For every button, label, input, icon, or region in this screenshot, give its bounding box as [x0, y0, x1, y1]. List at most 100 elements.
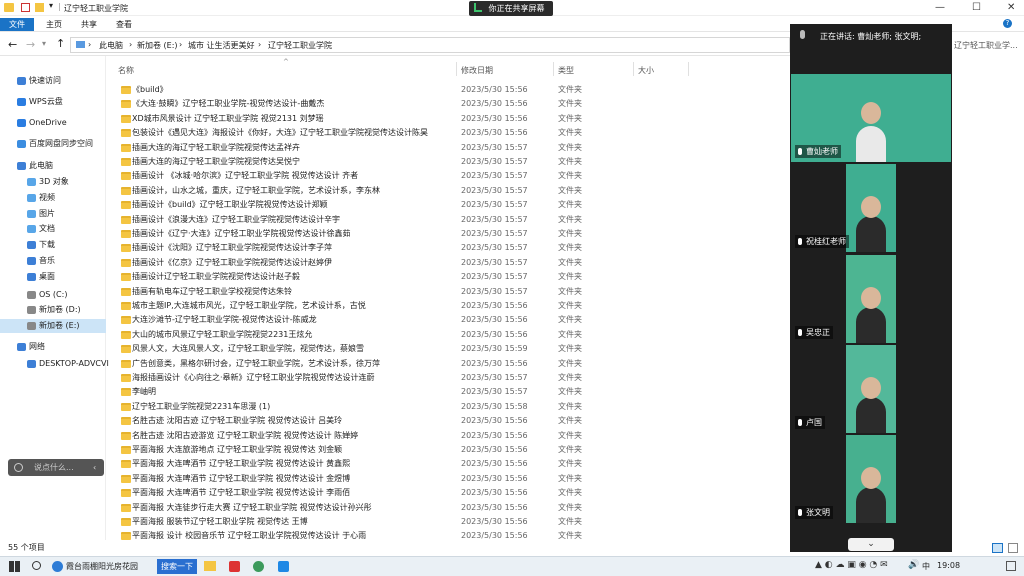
sidebar-item[interactable]: 图片	[0, 207, 106, 221]
file-row[interactable]: 插画有轨电车辽宁轻工职业学校视觉传达朱铃 2023/5/30 15:57 文件夹	[106, 285, 790, 299]
notification-icon[interactable]	[1006, 561, 1016, 571]
sidebar-item[interactable]: 百度网盘同步空间	[0, 137, 106, 151]
sidebar-item[interactable]: 音乐	[0, 254, 106, 268]
sidebar-item[interactable]: 视频	[0, 191, 106, 205]
input-language[interactable]: 中	[922, 561, 930, 572]
file-row[interactable]: 插画设计《辽宁·大连》辽宁轻工职业学院视觉传达设计徐鑫茹 2023/5/30 15…	[106, 227, 790, 241]
file-row[interactable]: 平面海报 大连徒步行走大赛 辽宁轻工职业学院 视觉传达设计孙兴彤 2023/5/3…	[106, 501, 790, 515]
file-row[interactable]: 插画设计 《冰城·哈尔滨》辽宁轻工职业学院 视觉传达设计 齐者 2023/5/30…	[106, 169, 790, 183]
sidebar-item[interactable]: 此电脑	[0, 159, 106, 173]
recent-locations-icon[interactable]: ▾	[42, 39, 46, 48]
file-row[interactable]: 平面海报 大连啤酒节 辽宁轻工职业学院 视觉传达设计 李雨佰 2023/5/30 …	[106, 486, 790, 500]
column-name[interactable]: 名称	[118, 65, 134, 76]
file-row[interactable]: 大山的城市风景辽宁轻工职业学院视觉2231王炫允 2023/5/30 15:56 文…	[106, 328, 790, 342]
file-row[interactable]: 辽宁轻工职业学院视觉2231车思漫 (1) 2023/5/30 15:58 文件夹	[106, 400, 790, 414]
video-tile[interactable]: 卢国	[791, 345, 951, 433]
sidebar-item[interactable]: 桌面	[0, 270, 106, 284]
breadcrumb-drive-e[interactable]: 新加卷 (E:)	[137, 40, 178, 51]
tab-file[interactable]: 文件	[0, 18, 34, 31]
file-row[interactable]: 平面海报 大连旅游地点 辽宁轻工职业学院 视觉传达 刘金颖 2023/5/30 1…	[106, 443, 790, 457]
file-row[interactable]: 名胜古迹 沈阳古迹游览 辽宁轻工职业学院 视觉传达设计 陈婵婷 2023/5/30…	[106, 429, 790, 443]
edge-browser-icon[interactable]	[52, 561, 63, 572]
new-folder-icon[interactable]	[35, 3, 44, 12]
video-tile[interactable]: 吴忠正	[791, 255, 951, 343]
close-button[interactable]: ✕	[1007, 2, 1015, 13]
details-view-icon[interactable]	[992, 543, 1003, 553]
file-row[interactable]: 《build》 2023/5/30 15:56 文件夹	[106, 83, 790, 97]
column-divider[interactable]	[688, 62, 689, 76]
browser-task-label[interactable]: 霞台雨棚阳光房花园	[66, 561, 138, 572]
column-divider[interactable]	[456, 62, 457, 76]
file-row[interactable]: 城市主题IP,大连城市风光，辽宁轻工职业学院，艺术设计系，古悦 2023/5/30…	[106, 299, 790, 313]
file-row[interactable]: 风景人文，大连风景人文，辽宁轻工职业学院，视觉传达，蔡娘雪 2023/5/30 1…	[106, 342, 790, 356]
video-tile[interactable]: 张文明	[791, 435, 951, 523]
file-row[interactable]: 平面海报 大连啤酒节 辽宁轻工职业学院 视觉传达设计 黄鑫熙 2023/5/30 …	[106, 457, 790, 471]
start-icon[interactable]	[9, 561, 20, 572]
minimize-button[interactable]: —	[935, 2, 945, 13]
file-row[interactable]: 李岫明 2023/5/30 15:57 文件夹	[106, 385, 790, 399]
properties-icon[interactable]	[21, 3, 30, 12]
file-row[interactable]: 插画设计《沈阳》辽宁轻工职业学院视觉传达设计李子萍 2023/5/30 15:57…	[106, 241, 790, 255]
customize-quick-access-icon[interactable]: ▾	[49, 1, 53, 10]
forward-arrow-icon[interactable]: →	[26, 38, 35, 51]
sidebar-item[interactable]: OS (C:)	[0, 288, 106, 302]
back-arrow-icon[interactable]: ←	[8, 38, 17, 51]
column-size[interactable]: 大小	[638, 65, 654, 76]
file-row[interactable]: 平面海报 服装节辽宁轻工职业学院 视觉传达 王博 2023/5/30 15:56 文…	[106, 515, 790, 529]
column-divider[interactable]	[633, 62, 634, 76]
sidebar-item[interactable]: 网络	[0, 340, 106, 354]
clock[interactable]: 19:08	[937, 561, 960, 570]
file-row[interactable]: 大连沙滩节-辽宁轻工职业学院-视觉传达设计-陈威龙 2023/5/30 15:56…	[106, 313, 790, 327]
search-button[interactable]: 搜索一下	[157, 559, 197, 574]
sidebar-item[interactable]: 新加卷 (D:)	[0, 303, 106, 317]
breadcrumb-this-pc[interactable]: 此电脑	[99, 40, 123, 51]
file-row[interactable]: 插画设计《浪漫大连》辽宁轻工职业学院视觉传达设计辛宇 2023/5/30 15:5…	[106, 213, 790, 227]
sidebar-item[interactable]: OneDrive	[0, 116, 106, 130]
file-row[interactable]: 插画设计辽宁轻工职业学院视觉传达设计赵子毅 2023/5/30 15:57 文件夹	[106, 270, 790, 284]
collapse-chevron-icon[interactable]: ‹	[93, 459, 96, 476]
edge-icon[interactable]	[253, 561, 264, 572]
breadcrumb-current-folder[interactable]: 辽宁轻工职业学院	[268, 40, 332, 51]
screen-share-badge[interactable]: 你正在共享屏幕	[469, 1, 553, 16]
sidebar-item[interactable]: 快速访问	[0, 74, 106, 88]
file-row[interactable]: 《大连·鼓瞬》辽宁轻工职业学院-视觉传达设计-曲戴杰 2023/5/30 15:5…	[106, 97, 790, 111]
tab-view[interactable]: 查看	[110, 18, 138, 31]
column-divider[interactable]	[553, 62, 554, 76]
sidebar-item[interactable]: WPS云盘	[0, 95, 106, 109]
file-row[interactable]: 广告创意类，黑格尔研讨会，辽宁轻工职业学院，艺术设计系，徐万萍 2023/5/30…	[106, 357, 790, 371]
address-bar[interactable]: › 此电脑 › 新加卷 (E:) › 城市 让生活更美好 › 辽宁轻工职业学院	[70, 37, 790, 53]
breadcrumb-city-folder[interactable]: 城市 让生活更美好	[188, 40, 255, 51]
comment-input[interactable]: 说点什么... ‹	[8, 459, 104, 476]
up-arrow-icon[interactable]: ↑	[56, 37, 65, 50]
file-row[interactable]: 插画设计，山水之城，重庆，辽宁轻工职业学院，艺术设计系，李东林 2023/5/30…	[106, 184, 790, 198]
tray-icons[interactable]: ▲ ◐ ☁ ▣ ◉ ◔ ✉	[815, 560, 888, 570]
column-type[interactable]: 类型	[558, 65, 574, 76]
file-row[interactable]: 平面海报 大连啤酒节 辽宁轻工职业学院 视觉传达设计 金煜博 2023/5/30 …	[106, 472, 790, 486]
tab-home[interactable]: 主页	[40, 18, 68, 31]
wps-icon[interactable]	[229, 561, 240, 572]
search-icon[interactable]	[32, 561, 41, 570]
help-icon[interactable]: ?	[1003, 19, 1012, 28]
sidebar-item[interactable]: 下载	[0, 238, 106, 252]
maximize-button[interactable]: ☐	[972, 2, 981, 13]
file-row[interactable]: XD城市风景设计 辽宁轻工职业学院 视觉2131 刘梦瑶 2023/5/30 15…	[106, 112, 790, 126]
file-row[interactable]: 插画设计《亿京》辽宁轻工职业学院视觉传达设计赵婷伊 2023/5/30 15:57…	[106, 256, 790, 270]
video-tile[interactable]: 曹灿老师	[791, 74, 951, 162]
meeting-app-icon[interactable]	[278, 561, 289, 572]
speaker-icon[interactable]: 🔊	[908, 560, 919, 570]
scroll-down-chevron-icon[interactable]: ⌄	[848, 538, 894, 551]
file-row[interactable]: 名胜古迹 沈阳古迹 辽宁轻工职业学院 视觉传达设计 吕美玲 2023/5/30 1…	[106, 414, 790, 428]
emoji-icon[interactable]	[14, 463, 23, 472]
file-row[interactable]: 插画设计《build》辽宁轻工职业学院视觉传达设计郑颖 2023/5/30 15:…	[106, 198, 790, 212]
sidebar-item[interactable]: 新加卷 (E:)	[0, 319, 106, 333]
file-row[interactable]: 插画大连的海辽宁轻工职业学院视觉传达吴悦宁 2023/5/30 15:57 文件夹	[106, 155, 790, 169]
file-explorer-icon[interactable]	[204, 561, 216, 571]
sidebar-item[interactable]: 文档	[0, 222, 106, 236]
column-date[interactable]: 修改日期	[461, 65, 493, 76]
tab-share[interactable]: 共享	[75, 18, 103, 31]
file-row[interactable]: 海报插画设计《心向往之·皋新》辽宁轻工职业学院视觉传达设计连蔚 2023/5/30…	[106, 371, 790, 385]
sidebar-item[interactable]: 3D 对象	[0, 175, 106, 189]
file-row[interactable]: 插画大连的海辽宁轻工职业学院视觉传达孟祥卉 2023/5/30 15:57 文件夹	[106, 141, 790, 155]
sidebar-item[interactable]: DESKTOP-ADVCVI	[0, 357, 109, 371]
file-row[interactable]: 包装设计《遇见大连》海报设计《你好，大连》辽宁轻工职业学院视觉传达设计陈昊 202…	[106, 126, 790, 140]
